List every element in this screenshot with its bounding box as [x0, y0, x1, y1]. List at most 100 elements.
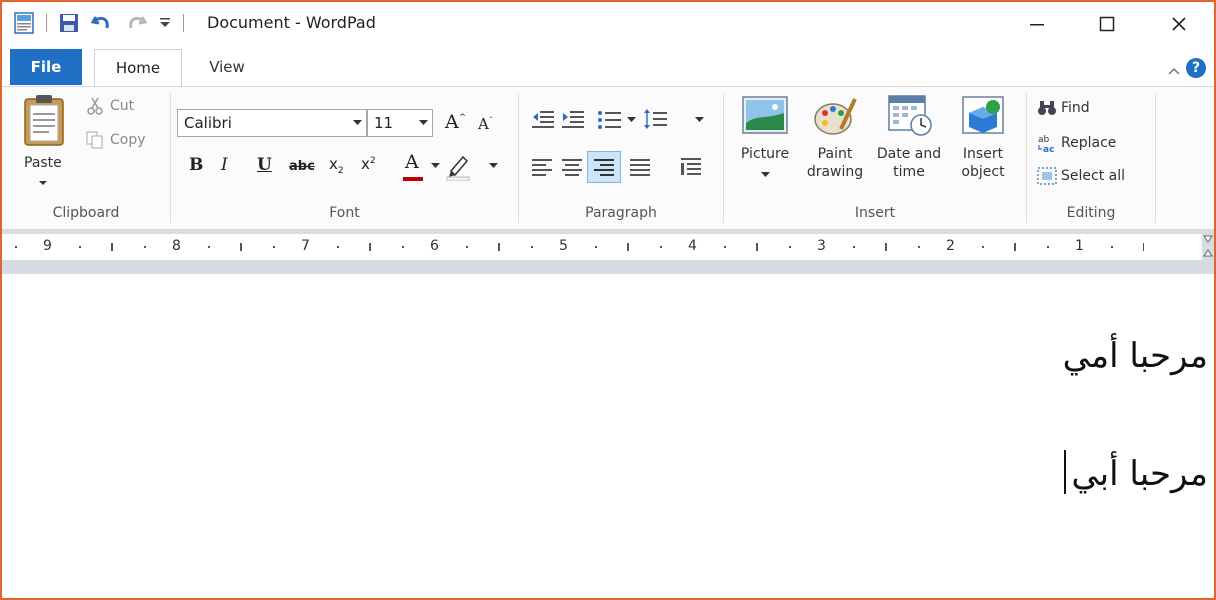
font-size-select[interactable]: 11 — [367, 109, 433, 137]
document-area[interactable]: مرحبا أمي مرحبا أبي — [2, 274, 1214, 598]
replace-label: Replace — [1061, 135, 1117, 151]
tab-file[interactable]: File — [10, 49, 82, 85]
select-all-label: Select all — [1061, 168, 1125, 184]
font-group-label: Font — [329, 205, 360, 221]
window-title: Document - WordPad — [207, 13, 376, 32]
minimize-button[interactable] — [1002, 2, 1072, 46]
wordpad-app-icon[interactable] — [14, 12, 34, 34]
select-all-button[interactable]: Select all — [1037, 167, 1125, 185]
italic-button[interactable]: I — [221, 155, 228, 175]
redo-icon[interactable] — [125, 13, 147, 33]
save-icon[interactable] — [59, 13, 79, 33]
paint-drawing-button[interactable]: Paint drawing — [800, 93, 870, 181]
scissors-icon — [87, 97, 103, 115]
ruler-dot — [789, 246, 791, 248]
editing-group-label: Editing — [1066, 205, 1116, 221]
bullets-icon[interactable] — [597, 109, 623, 131]
ruler[interactable]: 9 8 7 6 5 4 3 2 1 — [2, 230, 1214, 274]
customize-qat-icon[interactable] — [159, 16, 171, 30]
ruler-dot — [660, 246, 662, 248]
help-icon[interactable]: ? — [1186, 58, 1206, 78]
clipboard-group: Paste Cut Copy Clipboard — [2, 87, 170, 229]
tab-home[interactable]: Home — [94, 49, 182, 86]
copy-button[interactable]: Copy — [86, 131, 146, 149]
calendar-clock-icon — [888, 95, 932, 136]
superscript-button[interactable]: x2 — [361, 155, 376, 173]
ruler-dot — [853, 246, 855, 248]
font-color-button[interactable]: A — [403, 151, 423, 181]
ruler-tick — [1015, 243, 1016, 251]
increase-indent-icon[interactable] — [561, 109, 585, 131]
ruler-dot — [1111, 246, 1113, 248]
font-size-value: 11 — [374, 114, 394, 132]
shrink-font-button[interactable]: Aˇ — [478, 115, 493, 133]
ribbon-tabs: File Home View ? — [2, 46, 1214, 87]
ruler-dot — [337, 246, 339, 248]
cut-button[interactable]: Cut — [86, 97, 134, 115]
date-time-button[interactable]: Date and time — [874, 93, 944, 181]
paint-drawing-label: Paint drawing — [800, 145, 870, 181]
font-family-select[interactable]: Calibri — [177, 109, 367, 137]
paragraph-settings-icon[interactable] — [679, 155, 703, 179]
replace-button[interactable]: ab ac Replace — [1037, 133, 1116, 153]
chevron-down-icon[interactable] — [695, 117, 704, 123]
bold-button[interactable]: B — [189, 155, 203, 175]
paint-palette-icon — [814, 98, 857, 135]
chevron-down-icon[interactable] — [431, 163, 440, 169]
select-all-icon — [1037, 167, 1057, 185]
copy-icon — [86, 131, 103, 149]
chevron-down-icon — [414, 120, 432, 126]
ruler-tick — [499, 243, 500, 251]
line-spacing-icon[interactable] — [643, 107, 669, 131]
close-button[interactable] — [1144, 2, 1214, 46]
insert-object-button[interactable]: Insert object — [948, 93, 1018, 181]
undo-icon[interactable] — [91, 13, 113, 33]
tab-view[interactable]: View — [192, 49, 262, 85]
group-separator — [1155, 93, 1156, 223]
highlight-button[interactable] — [445, 151, 473, 185]
ruler-tick — [628, 243, 629, 251]
find-button[interactable]: Find — [1037, 99, 1090, 117]
ruler-tick — [757, 243, 758, 251]
strikethrough-button[interactable]: abc — [289, 159, 315, 174]
paste-button[interactable]: Paste — [22, 93, 70, 190]
align-center-icon[interactable] — [561, 157, 583, 177]
subscript-button[interactable]: x2 — [329, 155, 344, 176]
chevron-down-icon[interactable] — [627, 117, 636, 123]
ruler-tick — [241, 243, 242, 251]
ruler-dot — [15, 246, 17, 248]
align-left-icon[interactable] — [531, 157, 553, 177]
font-color-bar — [403, 177, 423, 181]
ruler-number: 6 — [430, 238, 439, 254]
text-cursor — [1064, 450, 1066, 494]
cut-label: Cut — [110, 98, 135, 114]
paste-label: Paste — [24, 155, 62, 171]
object-label-line1: Insert — [962, 146, 1004, 162]
maximize-button[interactable] — [1072, 2, 1142, 46]
ruler-number: 1 — [1075, 238, 1084, 254]
align-right-button[interactable] — [587, 151, 621, 183]
ruler-number: 4 — [688, 238, 697, 254]
ruler-dot — [982, 246, 984, 248]
highlighter-icon — [446, 155, 470, 182]
qat-separator — [183, 14, 184, 32]
ruler-dot — [273, 246, 275, 248]
decrease-indent-icon[interactable] — [531, 109, 555, 131]
svg-text:ac: ac — [1043, 145, 1054, 153]
document-line-1: مرحبا أمي — [1062, 336, 1208, 376]
collapse-ribbon-icon[interactable] — [1168, 60, 1180, 79]
ruler-number: 5 — [559, 238, 568, 254]
chevron-down-icon[interactable] — [489, 163, 498, 169]
ribbon: Paste Cut Copy Clipboard Calibri 11 A^ A… — [2, 87, 1214, 230]
ruler-tick — [1143, 243, 1144, 251]
picture-label: Picture — [740, 146, 790, 162]
date-label-line2: time — [893, 164, 925, 180]
ruler-dot — [144, 246, 146, 248]
indent-marker-icon[interactable] — [1202, 234, 1214, 260]
grow-font-button[interactable]: A^ — [445, 111, 466, 133]
ruler-tick — [112, 243, 113, 251]
insert-picture-button[interactable]: Picture — [730, 93, 800, 182]
justify-icon[interactable] — [629, 157, 651, 177]
underline-button[interactable]: U — [257, 155, 272, 175]
document-line-2: مرحبا أبي — [1071, 454, 1208, 494]
